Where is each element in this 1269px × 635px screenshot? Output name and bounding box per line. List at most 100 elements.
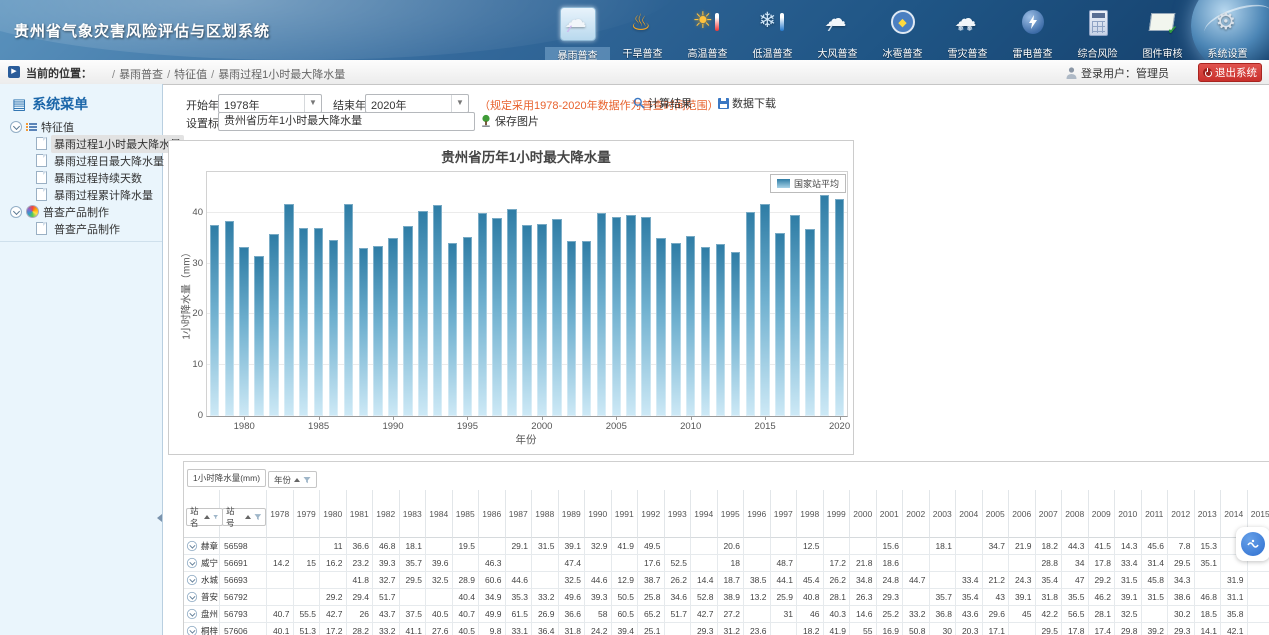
bar-2002 xyxy=(567,241,577,416)
x-tick-label: 1985 xyxy=(299,421,339,432)
collapse-icon[interactable] xyxy=(10,121,22,133)
breadcrumb-segment[interactable]: 暴雨过程1小时最大降水量 xyxy=(218,69,345,81)
nav-item-综合风险[interactable]: 综合风险 xyxy=(1065,6,1130,58)
value-cell: 32.5 xyxy=(559,572,586,589)
value-cell xyxy=(294,572,321,589)
floating-assistant-widget[interactable] xyxy=(1236,527,1269,561)
value-cell: 18.1 xyxy=(400,538,427,555)
row-expand-icon[interactable] xyxy=(187,558,197,568)
value-cell: 44.1 xyxy=(771,572,798,589)
sidebar-group-特征值[interactable]: 特征值 xyxy=(0,118,162,135)
value-cell: 21.8 xyxy=(850,555,877,572)
value-cell xyxy=(930,572,957,589)
value-cell xyxy=(903,589,930,606)
nav-item-雪灾普查[interactable]: ☁❅ ❅雪灾普查 xyxy=(935,6,1000,58)
y-tick-label: 10 xyxy=(181,359,203,370)
nav-item-图件审核[interactable]: ✔图件审核 xyxy=(1130,6,1195,58)
x-tick-label: 1980 xyxy=(224,421,264,432)
value-cell: 35.4 xyxy=(1036,572,1063,589)
column-field-button[interactable]: 年份 xyxy=(268,471,317,488)
sidebar-item-label: 普查产品制作 xyxy=(51,220,123,238)
start-year-select[interactable]: 1978年 ▼ xyxy=(218,94,322,113)
nav-item-大风普查[interactable]: ☁∕∕∕大风普查 xyxy=(805,6,870,58)
name-sort-button[interactable]: 站名 xyxy=(186,508,223,526)
nav-item-雷电普查[interactable]: 雷电普查 xyxy=(1000,6,1065,58)
value-cell xyxy=(1248,606,1269,623)
bar-2010 xyxy=(686,236,696,416)
value-cell: 38.7 xyxy=(638,572,665,589)
breadcrumb-segment[interactable]: 特征值 xyxy=(174,69,207,81)
value-cell: 33.1 xyxy=(506,623,533,635)
value-cell: 34 xyxy=(1062,555,1089,572)
value-cell: 32.5 xyxy=(426,572,453,589)
bar-1997 xyxy=(492,218,502,416)
legend-item[interactable]: 国家站平均 xyxy=(770,174,846,193)
breadcrumb-bar: ▶ 当前的位置： /暴雨普查/特征值/暴雨过程1小时最大降水量 登录用户：管理员… xyxy=(0,60,1269,85)
nav-item-系统设置[interactable]: ⚙系统设置 xyxy=(1195,6,1260,58)
bar-2011 xyxy=(701,247,711,416)
value-cell: 31.5 xyxy=(1142,589,1169,606)
sidebar-item-普查产品制作[interactable]: 普查产品制作 xyxy=(0,220,162,237)
row-expand-icon[interactable] xyxy=(187,575,197,585)
collapse-icon[interactable] xyxy=(10,206,22,218)
sidebar-group-普查产品制作[interactable]: 普查产品制作 xyxy=(0,203,162,220)
value-cell: 35.7 xyxy=(930,589,957,606)
row-expand-icon[interactable] xyxy=(187,626,197,635)
value-cell: 17.8 xyxy=(1089,555,1116,572)
nav-item-label: 低温普查 xyxy=(740,45,805,60)
nav-item-低温普查[interactable]: ❄ 低温普查 xyxy=(740,6,805,58)
value-cell: 28.8 xyxy=(1036,555,1063,572)
sidebar-collapse-handle[interactable] xyxy=(157,514,162,522)
chart-title-input[interactable]: 贵州省历年1小时最大降水量 xyxy=(218,112,475,131)
year-header-1990: 1990 xyxy=(585,490,612,538)
id-sort-button[interactable]: 站号 xyxy=(222,508,266,526)
value-cell: 39.6 xyxy=(426,555,453,572)
value-cell: 52.5 xyxy=(665,555,692,572)
value-cell xyxy=(744,538,771,555)
value-cell xyxy=(771,538,798,555)
breadcrumb-prefix: 当前的位置： xyxy=(26,65,92,81)
end-year-select[interactable]: 2020年 ▼ xyxy=(365,94,469,113)
value-cell: 35.8 xyxy=(1221,606,1248,623)
nav-item-冰雹普查[interactable]: ◆冰雹普查 xyxy=(870,6,935,58)
sidebar-item-暴雨过程累计降水量[interactable]: 暴雨过程累计降水量 xyxy=(0,186,162,203)
sidebar-item-暴雨过程日最大降水量[interactable]: 暴雨过程日最大降水量 xyxy=(0,152,162,169)
calc-result-button[interactable]: 计算结果 xyxy=(633,95,692,111)
nav-item-干旱普查[interactable]: ♨干旱普查 xyxy=(610,6,675,58)
nav-item-高温普查[interactable]: ☀高温普查 xyxy=(675,6,740,58)
value-cell xyxy=(956,538,983,555)
bar-1981 xyxy=(254,256,264,416)
x-tick-label: 2020 xyxy=(820,421,860,432)
value-cell: 29.8 xyxy=(1115,623,1142,635)
sidebar-item-暴雨过程持续天数[interactable]: 暴雨过程持续天数 xyxy=(0,169,162,186)
value-cell xyxy=(665,623,692,635)
bar-2019 xyxy=(820,195,830,416)
value-cell: 46.8 xyxy=(373,538,400,555)
value-cell: 40.7 xyxy=(267,606,294,623)
row-expand-icon[interactable] xyxy=(187,541,197,551)
cold-icon: ❄ xyxy=(756,7,790,39)
nav-item-暴雨普查[interactable]: ☁∕∕∕暴雨普查 xyxy=(545,6,610,58)
breadcrumb[interactable]: /暴雨普查/特征值/暴雨过程1小时最大降水量 xyxy=(108,66,345,82)
x-tick-mark xyxy=(616,416,617,420)
value-cell: 20.3 xyxy=(956,623,983,635)
row-expand-icon[interactable] xyxy=(187,592,197,602)
sidebar-item-暴雨过程1小时最大降水量[interactable]: 暴雨过程1小时最大降水量 xyxy=(0,135,162,152)
value-cell: 26.2 xyxy=(824,572,851,589)
value-cell: 41.9 xyxy=(612,538,639,555)
measure-field-button[interactable]: 1小时降水量(mm) xyxy=(187,469,266,487)
value-cell: 14.6 xyxy=(850,606,877,623)
row-expand-icon[interactable] xyxy=(187,609,197,619)
nav-item-label: 暴雨普查 xyxy=(545,47,610,60)
breadcrumb-segment[interactable]: 暴雨普查 xyxy=(119,69,163,81)
value-cell: 38.9 xyxy=(718,589,745,606)
value-cell: 11 xyxy=(320,538,347,555)
year-header-2012: 2012 xyxy=(1168,490,1195,538)
data-download-button[interactable]: 数据下载 xyxy=(718,95,776,111)
year-header-1989: 1989 xyxy=(559,490,586,538)
save-image-button[interactable]: 保存图片 xyxy=(480,113,539,129)
logout-button[interactable]: 退出系统 xyxy=(1198,63,1262,82)
y-tick-label: 20 xyxy=(181,308,203,319)
value-cell: 41.5 xyxy=(1089,538,1116,555)
x-tick-mark xyxy=(393,416,394,420)
